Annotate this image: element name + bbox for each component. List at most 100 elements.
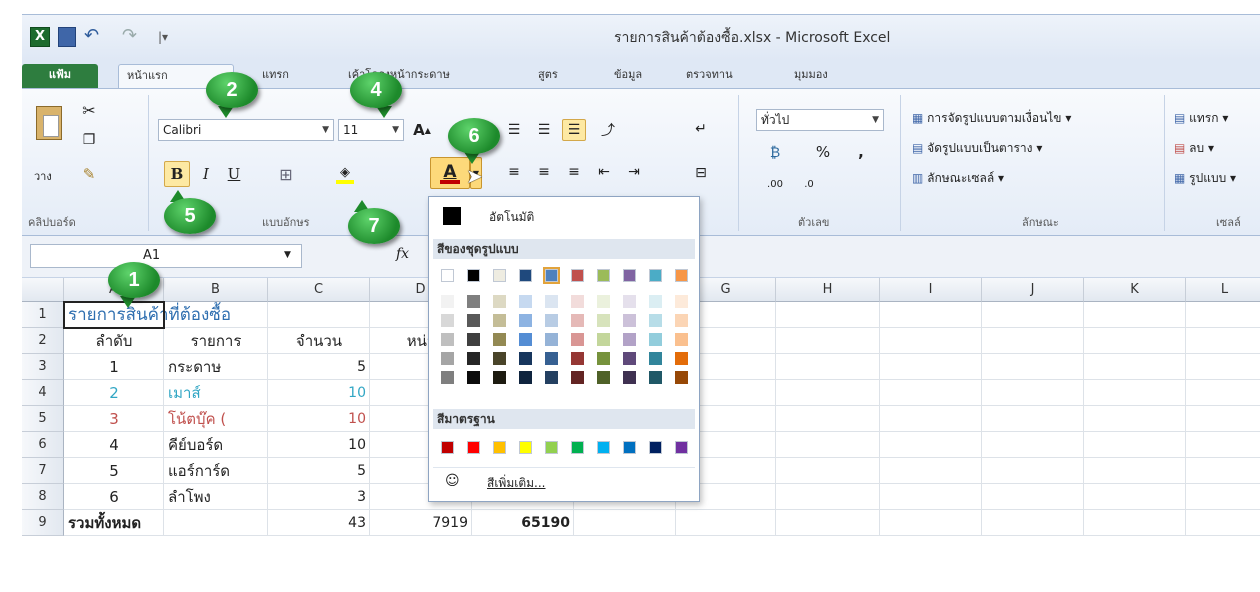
redo-icon[interactable]: ↷ bbox=[122, 27, 146, 47]
grid-cell[interactable] bbox=[982, 354, 1084, 380]
tab-formulas[interactable]: สูตร bbox=[530, 64, 566, 88]
grid-cell[interactable] bbox=[1084, 380, 1186, 406]
grid-cell[interactable] bbox=[1084, 354, 1186, 380]
column-header[interactable]: L bbox=[1186, 278, 1260, 302]
grand-total-cell[interactable]: 65190 bbox=[472, 510, 574, 536]
grid-cell[interactable] bbox=[1084, 302, 1186, 328]
header-cell[interactable]: จำนวน bbox=[268, 328, 370, 354]
row-header[interactable]: 7 bbox=[22, 458, 64, 484]
grid-cell[interactable] bbox=[1084, 484, 1186, 510]
align-right-icon[interactable]: ≡ bbox=[562, 161, 586, 183]
row-header[interactable]: 1 bbox=[22, 302, 64, 328]
grid-cell[interactable] bbox=[776, 484, 880, 510]
theme-shade-swatch[interactable] bbox=[493, 333, 506, 346]
header-cell[interactable]: รายการ bbox=[164, 328, 268, 354]
tab-review[interactable]: ตรวจทาน bbox=[678, 64, 741, 88]
grid-cell[interactable] bbox=[982, 458, 1084, 484]
theme-color-swatch[interactable] bbox=[543, 267, 560, 284]
comma-button[interactable]: , bbox=[850, 141, 872, 163]
grid-cell[interactable] bbox=[1084, 458, 1186, 484]
align-top-icon[interactable]: ☰ bbox=[502, 119, 526, 141]
theme-color-swatch[interactable] bbox=[467, 269, 480, 282]
grid-cell[interactable] bbox=[776, 432, 880, 458]
total-quantity-cell[interactable]: 43 bbox=[268, 510, 370, 536]
automatic-color-option[interactable]: อัตโนมัติ bbox=[433, 203, 695, 229]
grid-cell[interactable] bbox=[880, 458, 982, 484]
standard-color-swatch[interactable] bbox=[519, 441, 532, 454]
tab-view[interactable]: มุมมอง bbox=[786, 64, 836, 88]
quantity-cell[interactable]: 10 bbox=[268, 380, 370, 406]
standard-color-swatch[interactable] bbox=[649, 441, 662, 454]
column-header[interactable]: C bbox=[268, 278, 370, 302]
excel-logo-icon[interactable]: X bbox=[30, 27, 50, 47]
align-middle-icon[interactable]: ☰ bbox=[532, 119, 556, 141]
theme-shade-swatch[interactable] bbox=[441, 333, 454, 346]
theme-shade-swatch[interactable] bbox=[545, 295, 558, 308]
theme-shade-swatch[interactable] bbox=[649, 352, 662, 365]
standard-color-swatch[interactable] bbox=[623, 441, 636, 454]
grid-cell[interactable] bbox=[880, 484, 982, 510]
undo-icon[interactable]: ↶ bbox=[84, 27, 108, 47]
theme-shade-swatch[interactable] bbox=[649, 314, 662, 327]
row-header[interactable]: 3 bbox=[22, 354, 64, 380]
theme-shade-swatch[interactable] bbox=[467, 333, 480, 346]
theme-shade-swatch[interactable] bbox=[571, 371, 584, 384]
grid-cell[interactable] bbox=[1186, 510, 1260, 536]
theme-color-swatch[interactable] bbox=[597, 269, 610, 282]
order-number-cell[interactable]: 1 bbox=[64, 354, 164, 380]
grid-cell[interactable] bbox=[776, 302, 880, 328]
delete-cells-button[interactable]: ▤ ลบ ▾ bbox=[1174, 139, 1214, 158]
theme-color-swatch[interactable] bbox=[519, 269, 532, 282]
grid-cell[interactable] bbox=[982, 484, 1084, 510]
format-painter-icon[interactable]: ✎ bbox=[78, 163, 100, 185]
select-all-corner[interactable] bbox=[22, 278, 64, 302]
standard-color-swatch[interactable] bbox=[675, 441, 688, 454]
row-header[interactable]: 8 bbox=[22, 484, 64, 510]
grid-cell[interactable] bbox=[880, 328, 982, 354]
standard-color-swatch[interactable] bbox=[571, 441, 584, 454]
theme-shade-swatch[interactable] bbox=[441, 352, 454, 365]
theme-color-swatch[interactable] bbox=[675, 269, 688, 282]
grid-cell[interactable] bbox=[982, 380, 1084, 406]
theme-color-swatch[interactable] bbox=[441, 269, 454, 282]
theme-shade-swatch[interactable] bbox=[519, 371, 532, 384]
theme-shade-swatch[interactable] bbox=[623, 314, 636, 327]
row-header[interactable]: 4 bbox=[22, 380, 64, 406]
grid-cell[interactable] bbox=[1186, 380, 1260, 406]
cell-styles-button[interactable]: ▥ ลักษณะเซลล์ ▾ bbox=[912, 169, 1004, 188]
number-format-combo[interactable]: ทั่วไป ▼ bbox=[756, 109, 884, 131]
wrap-text-icon[interactable]: ↵ bbox=[688, 117, 714, 141]
grid-cell[interactable] bbox=[776, 406, 880, 432]
conditional-formatting-button[interactable]: ▦ การจัดรูปแบบตามเงื่อนไข ▾ bbox=[912, 109, 1071, 128]
theme-shade-swatch[interactable] bbox=[467, 295, 480, 308]
theme-shade-swatch[interactable] bbox=[519, 352, 532, 365]
standard-color-swatch[interactable] bbox=[597, 441, 610, 454]
grid-cell[interactable] bbox=[1186, 406, 1260, 432]
column-header[interactable]: J bbox=[982, 278, 1084, 302]
theme-shade-swatch[interactable] bbox=[649, 295, 662, 308]
theme-shade-swatch[interactable] bbox=[675, 295, 688, 308]
align-bottom-icon[interactable]: ☰ bbox=[562, 119, 586, 141]
theme-shade-swatch[interactable] bbox=[441, 314, 454, 327]
order-number-cell[interactable]: 3 bbox=[64, 406, 164, 432]
decrease-decimal-icon[interactable]: .0 bbox=[794, 173, 824, 195]
theme-shade-swatch[interactable] bbox=[649, 333, 662, 346]
item-name-cell[interactable]: ลำโพง bbox=[164, 484, 268, 510]
standard-color-swatch[interactable] bbox=[493, 441, 506, 454]
theme-color-swatch[interactable] bbox=[571, 269, 584, 282]
grid-cell[interactable] bbox=[880, 354, 982, 380]
decrease-indent-icon[interactable]: ⇤ bbox=[592, 161, 616, 183]
theme-shade-swatch[interactable] bbox=[597, 371, 610, 384]
merge-center-icon[interactable]: ⊟ bbox=[688, 161, 714, 185]
quantity-cell[interactable]: 3 bbox=[268, 484, 370, 510]
theme-shade-swatch[interactable] bbox=[623, 352, 636, 365]
grid-cell[interactable] bbox=[880, 302, 982, 328]
theme-shade-swatch[interactable] bbox=[623, 371, 636, 384]
theme-shade-swatch[interactable] bbox=[493, 295, 506, 308]
theme-shade-swatch[interactable] bbox=[467, 371, 480, 384]
theme-shade-swatch[interactable] bbox=[597, 333, 610, 346]
order-number-cell[interactable]: 2 bbox=[64, 380, 164, 406]
grow-font-icon[interactable]: A ▲ bbox=[410, 119, 434, 141]
theme-shade-swatch[interactable] bbox=[571, 352, 584, 365]
item-name-cell[interactable]: แอร์การ์ด bbox=[164, 458, 268, 484]
